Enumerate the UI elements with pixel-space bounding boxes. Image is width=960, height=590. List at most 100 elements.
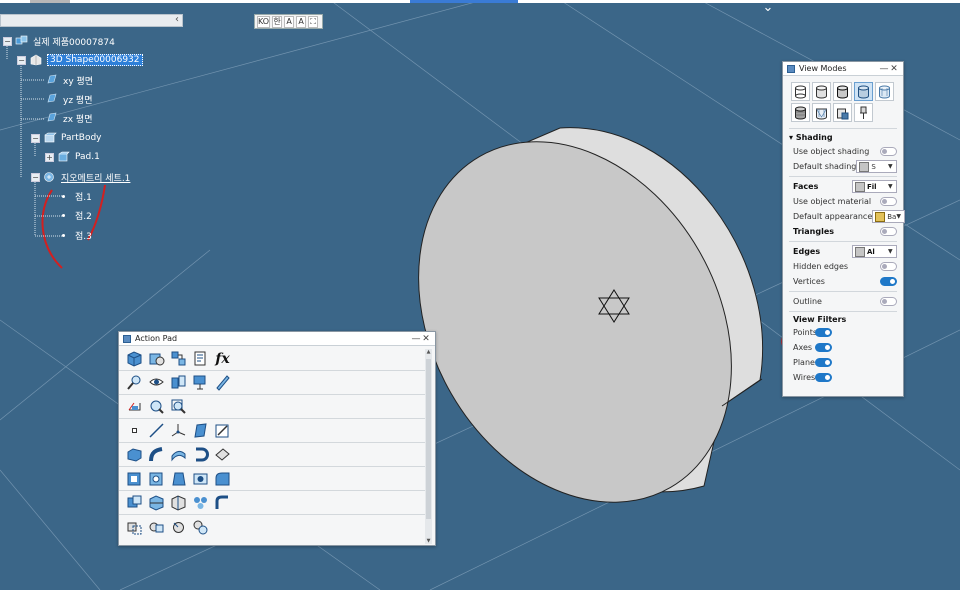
language-indicator[interactable]: KO — [257, 15, 271, 28]
input-mode-a-alt[interactable]: A — [296, 15, 307, 28]
axes-toggle[interactable] — [815, 343, 832, 352]
plane-tool[interactable] — [191, 421, 210, 440]
chevron-down-icon[interactable]: ⌄ — [760, 1, 776, 14]
language-toolbar[interactable]: KO 한 A A ⛶ — [254, 14, 323, 29]
points-toggle[interactable] — [815, 328, 832, 337]
part-design-tool[interactable] — [125, 349, 144, 368]
use-object-material-toggle[interactable] — [880, 197, 897, 206]
action-pad-scrollbar[interactable]: ▲ ▼ — [425, 349, 432, 544]
sketch-tool[interactable] — [213, 421, 232, 440]
tree-item-point-2[interactable]: 점.2 — [62, 208, 92, 222]
tree-item-point-1[interactable]: 점.1 — [62, 189, 92, 203]
tree-item-zx-plane[interactable]: zx 평면 — [45, 111, 92, 125]
tree-item-3d-shape[interactable]: − 3D Shape00006932 — [17, 53, 143, 67]
chevron-left-icon[interactable]: ‹ — [175, 14, 179, 25]
edges-dropdown[interactable]: Al ▼ — [852, 245, 897, 258]
close-button[interactable]: ✕ — [421, 334, 431, 344]
pad-feature-tool[interactable] — [125, 445, 144, 464]
use-object-shading-toggle[interactable] — [880, 147, 897, 156]
tree-item-pad[interactable]: + Pad.1 — [45, 150, 100, 164]
hole-tool[interactable] — [191, 469, 210, 488]
line-tool[interactable] — [147, 421, 166, 440]
expand-icon[interactable]: ⛶ — [308, 15, 319, 28]
tree-item-geometry-set[interactable]: − 지오메트리 세트.1 — [31, 170, 130, 184]
sweep-tool[interactable] — [147, 445, 166, 464]
scale-tool[interactable] — [191, 518, 210, 537]
scroll-down-icon[interactable]: ▼ — [425, 538, 432, 544]
compass-tool[interactable] — [125, 397, 144, 416]
rotate-tool[interactable] — [169, 518, 188, 537]
input-mode-a[interactable]: A — [284, 15, 295, 28]
faces-dropdown[interactable]: Fil ▼ — [852, 180, 897, 193]
shaded-edges-mode-button[interactable] — [833, 82, 852, 101]
loft-tool[interactable] — [169, 445, 188, 464]
wireframe-mode-button[interactable] — [791, 82, 810, 101]
view-modes-titlebar[interactable]: View Modes — ✕ — [783, 62, 903, 76]
revolve-tool[interactable] — [191, 445, 210, 464]
transparent-mode-button[interactable] — [875, 82, 894, 101]
input-mode-hangul[interactable]: 한 — [272, 15, 283, 28]
zoom-area-tool[interactable] — [147, 397, 166, 416]
pattern-tool[interactable] — [191, 493, 210, 512]
collapse-icon[interactable]: − — [31, 133, 40, 143]
outline-toggle[interactable] — [880, 297, 897, 306]
close-button[interactable]: ✕ — [889, 64, 899, 74]
boolean-tool[interactable] — [125, 493, 144, 512]
formula-fx-tool[interactable]: fx — [213, 349, 232, 368]
shape-design-tool[interactable] — [147, 349, 166, 368]
minimize-button[interactable]: — — [411, 334, 421, 344]
custom-view-mode-button[interactable] — [833, 103, 852, 122]
chevron-down-icon: ▼ — [888, 183, 893, 190]
ruler-icon — [216, 375, 230, 391]
measure-tool[interactable] — [125, 373, 144, 392]
pin-mode-button[interactable] — [854, 103, 873, 122]
tree-item-product[interactable]: − 실제 제품00007874 — [3, 34, 115, 48]
split-tool[interactable] — [147, 493, 166, 512]
zoom-fit-tool[interactable] — [169, 397, 188, 416]
rib-tool[interactable] — [213, 445, 232, 464]
shaded-hidden-edges-mode-button[interactable] — [854, 82, 873, 101]
shell-tool[interactable] — [125, 469, 144, 488]
axis-system-tool[interactable] — [169, 421, 188, 440]
tree-item-yz-plane[interactable]: yz 평면 — [45, 92, 92, 106]
scroll-up-icon[interactable]: ▲ — [425, 349, 432, 355]
mirror-tool[interactable] — [169, 493, 188, 512]
vertices-toggle[interactable] — [880, 277, 897, 286]
bend-tool[interactable] — [213, 493, 232, 512]
scroll-thumb[interactable] — [426, 359, 431, 519]
triangles-mode-button[interactable] — [812, 103, 831, 122]
collapse-icon[interactable]: − — [17, 55, 26, 65]
draft-tool[interactable] — [169, 469, 188, 488]
translate-tool[interactable] — [147, 518, 166, 537]
thickness-tool[interactable] — [147, 469, 166, 488]
tree-item-partbody[interactable]: − PartBody — [31, 131, 102, 145]
triangles-toggle[interactable] — [880, 227, 897, 236]
transform-tool[interactable] — [125, 518, 144, 537]
rotate-icon — [173, 521, 184, 533]
default-appearance-dropdown[interactable]: Ba ▼ — [872, 210, 906, 223]
axis-system-icon — [171, 424, 186, 437]
inspect-tool[interactable] — [147, 373, 166, 392]
material-mode-button[interactable] — [791, 103, 810, 122]
minimize-button[interactable]: — — [879, 64, 889, 74]
fillet-tool[interactable] — [213, 469, 232, 488]
engineering-template-tool[interactable] — [191, 349, 210, 368]
action-pad-titlebar[interactable]: Action Pad — ✕ — [119, 332, 435, 346]
planes-toggle[interactable] — [815, 358, 832, 367]
assembly-tool[interactable] — [169, 349, 188, 368]
ruler-tool[interactable] — [213, 373, 232, 392]
expand-icon[interactable]: + — [45, 152, 54, 162]
point-tool[interactable] — [125, 421, 144, 440]
section-tool[interactable] — [169, 373, 188, 392]
axes-row: Axes — [783, 340, 903, 355]
annotation-tool[interactable] — [191, 373, 210, 392]
shaded-mode-button[interactable] — [812, 82, 831, 101]
shading-section-header[interactable]: ▾ Shading — [783, 131, 903, 144]
wires-toggle[interactable] — [815, 373, 832, 382]
tree-item-xy-plane[interactable]: xy 평면 — [45, 73, 93, 87]
collapse-icon[interactable]: − — [3, 36, 12, 46]
collapse-icon[interactable]: − — [31, 172, 40, 182]
default-shading-dropdown[interactable]: S ▼ — [856, 160, 897, 173]
tree-item-point-3[interactable]: 점.3 — [62, 228, 92, 242]
hidden-edges-toggle[interactable] — [880, 262, 897, 271]
